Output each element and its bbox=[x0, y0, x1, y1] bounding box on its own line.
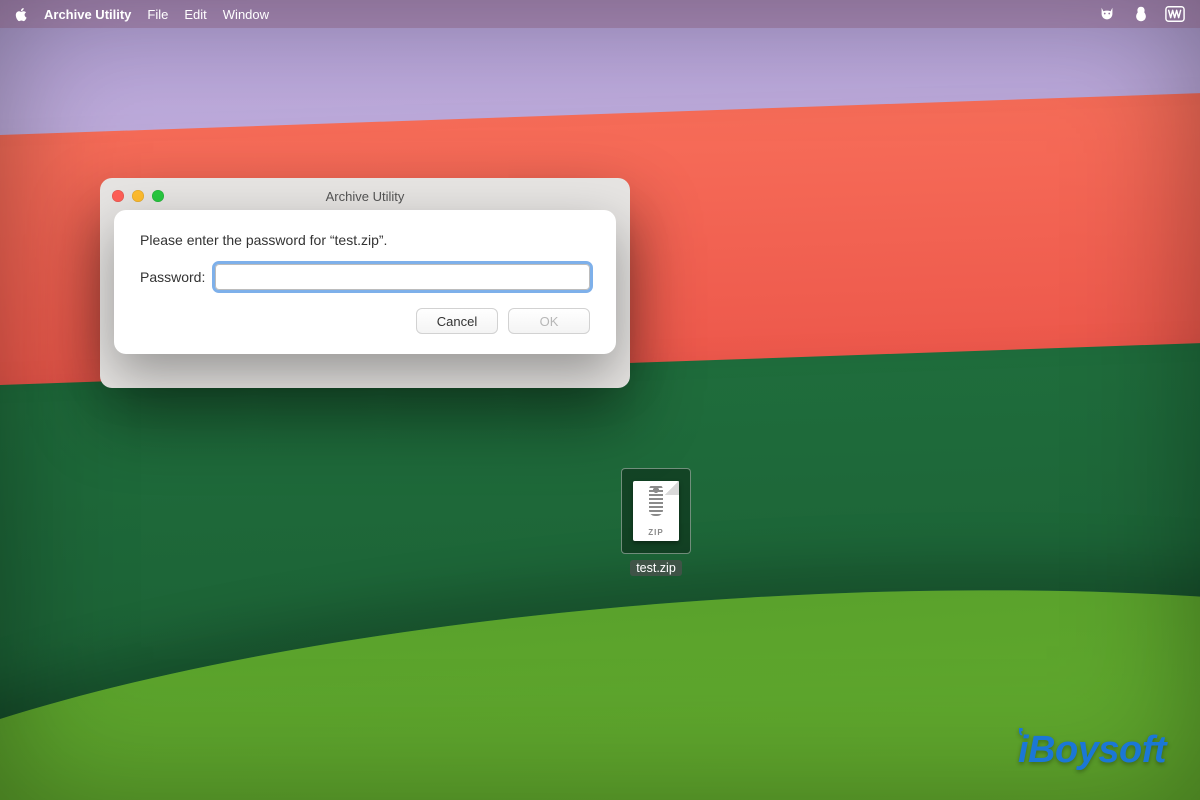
desktop-file[interactable]: ZIP test.zip bbox=[610, 468, 702, 576]
close-icon[interactable] bbox=[112, 190, 124, 202]
password-label: Password: bbox=[140, 269, 205, 285]
menubar: Archive Utility File Edit Window bbox=[0, 0, 1200, 28]
cat-icon[interactable] bbox=[1096, 3, 1118, 25]
window-titlebar[interactable]: Archive Utility bbox=[100, 178, 630, 214]
desktop: Archive Utility File Edit Window Archive… bbox=[0, 0, 1200, 800]
watermark: ‛iBoysoft bbox=[1017, 729, 1166, 772]
password-dialog: Please enter the password for “test.zip”… bbox=[114, 210, 616, 354]
menu-window[interactable]: Window bbox=[223, 7, 269, 22]
wps-icon[interactable] bbox=[1164, 3, 1186, 25]
watermark-text: iBoysoft bbox=[1018, 729, 1166, 771]
menu-file[interactable]: File bbox=[147, 7, 168, 22]
file-name-label[interactable]: test.zip bbox=[630, 560, 682, 576]
penguin-icon[interactable] bbox=[1130, 3, 1152, 25]
menu-edit[interactable]: Edit bbox=[184, 7, 206, 22]
zip-file-icon: ZIP bbox=[633, 481, 679, 541]
cancel-button[interactable]: Cancel bbox=[416, 308, 498, 334]
dialog-prompt: Please enter the password for “test.zip”… bbox=[140, 232, 590, 248]
apple-menu-icon[interactable] bbox=[14, 6, 30, 22]
password-input[interactable] bbox=[215, 264, 590, 290]
traffic-lights bbox=[112, 190, 164, 202]
minimize-icon[interactable] bbox=[132, 190, 144, 202]
ok-button[interactable]: OK bbox=[508, 308, 590, 334]
zoom-icon[interactable] bbox=[152, 190, 164, 202]
file-selection-highlight: ZIP bbox=[621, 468, 691, 554]
menubar-app-name[interactable]: Archive Utility bbox=[44, 7, 131, 22]
zip-badge: ZIP bbox=[633, 528, 679, 537]
window-title: Archive Utility bbox=[100, 189, 630, 204]
